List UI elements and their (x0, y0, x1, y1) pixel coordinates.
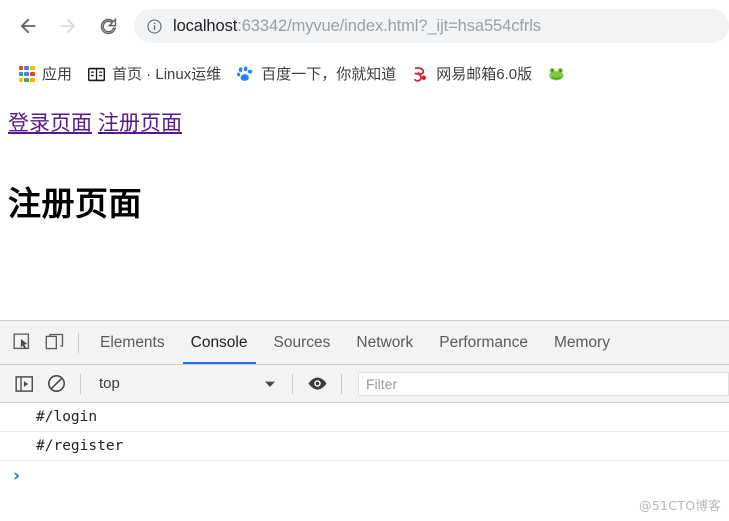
bookmark-label: 网易邮箱6.0版 (436, 65, 533, 83)
console-message-list: #/login #/register › (0, 403, 729, 521)
info-circle-icon[interactable] (146, 18, 163, 35)
tab-network[interactable]: Network (343, 321, 426, 364)
frog-icon (548, 66, 565, 83)
bookmark-baidu[interactable]: 百度一下，你就知道 (229, 60, 404, 88)
tab-elements[interactable]: Elements (87, 321, 178, 364)
bookmark-apps[interactable]: 应用 (10, 60, 80, 88)
apps-grid-icon (18, 66, 35, 83)
browser-navigation-bar: localhost:63342/myvue/index.html?_ijt=hs… (0, 0, 729, 52)
baidu-paw-icon (237, 66, 254, 83)
bookmark-label: 百度一下，你就知道 (261, 65, 397, 83)
console-toolbar-divider-1 (80, 373, 81, 394)
console-prompt-caret-icon: › (13, 466, 21, 486)
tab-performance[interactable]: Performance (426, 321, 541, 364)
router-link-list: 登录页面 注册页面 (8, 110, 721, 137)
devtools-tab-bar: Elements Console Sources Network Perform… (0, 321, 729, 365)
book-icon (88, 66, 106, 83)
address-bar-host: localhost (173, 17, 238, 35)
tab-console[interactable]: Console (178, 321, 261, 364)
page-viewport: 登录页面 注册页面 注册页面 (0, 96, 729, 320)
netease-mail-icon (412, 65, 430, 83)
device-toolbar-button[interactable] (38, 328, 70, 358)
address-bar[interactable]: localhost:63342/myvue/index.html?_ijt=hs… (134, 9, 729, 43)
device-toolbar-icon (45, 333, 63, 350)
watermark: @51CTO博客 (638, 498, 721, 513)
clear-console-button[interactable] (40, 369, 72, 399)
console-sidebar-button[interactable] (8, 369, 40, 399)
console-prompt[interactable]: › (0, 461, 729, 491)
address-bar-url: localhost:63342/myvue/index.html?_ijt=hs… (173, 9, 541, 43)
tab-sources[interactable]: Sources (261, 321, 344, 364)
console-toolbar: top Filter (0, 365, 729, 403)
bookmark-linux-home[interactable]: 首页 · Linux运维 (80, 60, 229, 88)
chevron-down-icon (264, 375, 276, 393)
bookmarks-bar: 应用 首页 · Linux运维 百度一下，你就知道 网易邮箱6.0版 (0, 52, 729, 96)
devtools-panel: Elements Console Sources Network Perform… (0, 320, 729, 521)
live-expression-button[interactable] (301, 369, 333, 399)
inspect-element-button[interactable] (6, 328, 38, 358)
back-arrow-icon (20, 18, 36, 34)
bookmark-label: 应用 (42, 65, 73, 83)
router-link-register[interactable]: 注册页面 (98, 111, 182, 135)
bookmark-label: 首页 · Linux运维 (112, 65, 222, 83)
address-bar-path: :63342/myvue/index.html?_ijt=hsa554cfrls (237, 17, 541, 35)
browser-chrome: localhost:63342/myvue/index.html?_ijt=hs… (0, 0, 729, 96)
console-message[interactable]: #/login (0, 403, 729, 432)
reload-icon (100, 17, 116, 34)
live-expression-eye-icon (308, 377, 326, 390)
clear-console-icon (47, 374, 65, 393)
forward-arrow-icon (60, 18, 76, 34)
reload-button[interactable] (88, 6, 128, 46)
execution-context-dropdown[interactable]: top (89, 372, 284, 396)
console-filter-input[interactable]: Filter (358, 371, 729, 396)
console-toolbar-divider-2 (292, 373, 293, 394)
back-button[interactable] (8, 6, 48, 46)
tab-memory[interactable]: Memory (541, 321, 623, 364)
execution-context-value: top (99, 375, 120, 392)
page-title: 注册页面 (8, 184, 142, 224)
bookmark-netease-mail[interactable]: 网易邮箱6.0版 (404, 60, 540, 88)
router-link-login[interactable]: 登录页面 (8, 111, 92, 135)
console-toolbar-divider-3 (341, 373, 342, 394)
forward-button[interactable] (48, 6, 88, 46)
inspect-element-icon (12, 333, 29, 350)
bookmark-frog[interactable] (540, 60, 580, 88)
console-sidebar-icon (14, 375, 33, 392)
console-message[interactable]: #/register (0, 432, 729, 461)
toolbar-divider (78, 332, 79, 353)
